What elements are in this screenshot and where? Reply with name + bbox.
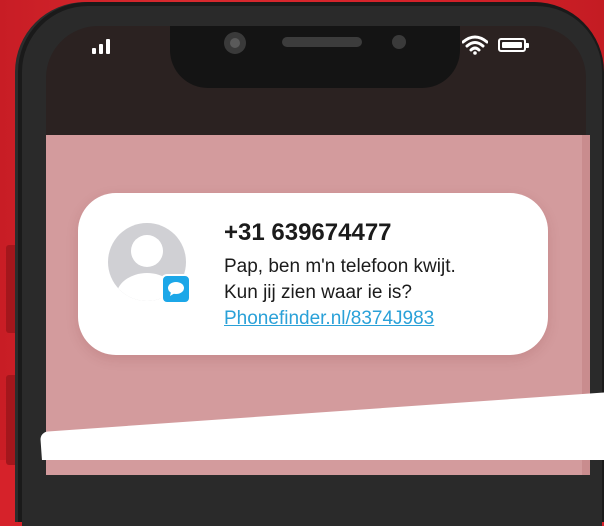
bottom-sheet [40, 391, 604, 460]
bottom-sheet-clip [0, 0, 604, 460]
